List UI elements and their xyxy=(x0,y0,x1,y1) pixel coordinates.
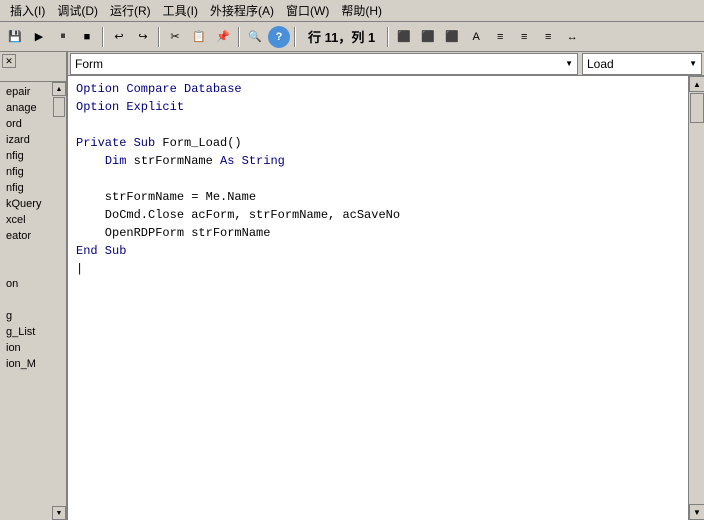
menu-help[interactable]: 帮助(H) xyxy=(335,0,388,21)
menu-debug[interactable]: 调试(D) xyxy=(51,0,104,21)
separator-2 xyxy=(158,27,160,47)
menu-window[interactable]: 窗口(W) xyxy=(280,0,335,21)
run-button[interactable]: ▶ xyxy=(28,26,50,48)
save-button[interactable]: 💾 xyxy=(4,26,26,48)
code-line-2: Option Explicit xyxy=(76,98,680,116)
code-line-10: End Sub xyxy=(76,242,680,260)
cut-button[interactable]: ✂ xyxy=(164,26,186,48)
btn-d[interactable]: A xyxy=(465,26,487,48)
editor-wrapper: Option Compare Database Option Explicit … xyxy=(68,76,704,520)
menu-addins[interactable]: 外接程序(A) xyxy=(204,0,280,21)
editor-scroll-thumb[interactable] xyxy=(690,93,704,123)
main-container: ✕ epair anage ord izard nfig nfig nfig k… xyxy=(0,52,704,520)
left-panel: ✕ epair anage ord izard nfig nfig nfig k… xyxy=(0,52,68,520)
menu-run[interactable]: 运行(R) xyxy=(104,0,157,21)
left-panel-scrollbar: ▲ ▼ xyxy=(52,82,66,520)
scroll-thumb[interactable] xyxy=(53,97,65,117)
copy-button[interactable]: 📋 xyxy=(188,26,210,48)
code-line-8: DoCmd.Close acForm, strFormName, acSaveN… xyxy=(76,206,680,224)
editor-scroll-up[interactable]: ▲ xyxy=(689,76,704,92)
code-line-11 xyxy=(76,260,680,278)
sidebar-close-button[interactable]: ✕ xyxy=(2,54,16,68)
form-dropdown-arrow: ▼ xyxy=(565,59,573,68)
editor-scroll-down[interactable]: ▼ xyxy=(689,504,704,520)
find-button[interactable]: 🔍 xyxy=(244,26,266,48)
btn-h[interactable]: ↔ xyxy=(561,26,583,48)
btn-a[interactable]: ⬛ xyxy=(393,26,415,48)
btn-b[interactable]: ⬛ xyxy=(417,26,439,48)
paste-button[interactable]: 📌 xyxy=(212,26,234,48)
load-dropdown-arrow: ▼ xyxy=(689,59,697,68)
editor-container: Form ▼ Load ▼ Option Compare Database Op… xyxy=(68,52,704,520)
cursor-position: 行 11，列 1 xyxy=(300,27,383,46)
sidebar-top: ✕ xyxy=(0,52,66,82)
menu-tools[interactable]: 工具(I) xyxy=(157,0,204,21)
editor-header: Form ▼ Load ▼ xyxy=(68,52,704,76)
undo-button[interactable]: ↩ xyxy=(108,26,130,48)
help-button[interactable]: ? xyxy=(268,26,290,48)
pause-button[interactable]: ⏸ xyxy=(52,26,74,48)
menu-insert[interactable]: 插入(I) xyxy=(4,0,51,21)
code-line-3 xyxy=(76,116,680,134)
form-dropdown[interactable]: Form ▼ xyxy=(70,53,578,75)
menubar: 插入(I) 调试(D) 运行(R) 工具(I) 外接程序(A) 窗口(W) 帮助… xyxy=(0,0,704,22)
editor-scrollbar: ▲ ▼ xyxy=(688,76,704,520)
separator-3 xyxy=(238,27,240,47)
scroll-track xyxy=(52,96,66,506)
btn-e[interactable]: ≡ xyxy=(489,26,511,48)
separator-4 xyxy=(294,27,296,47)
code-line-7: strFormName = Me.Name xyxy=(76,188,680,206)
btn-c[interactable]: ⬛ xyxy=(441,26,463,48)
code-line-9: OpenRDPForm strFormName xyxy=(76,224,680,242)
code-line-6 xyxy=(76,170,680,188)
code-line-5: Dim strFormName As String xyxy=(76,152,680,170)
code-area[interactable]: Option Compare Database Option Explicit … xyxy=(68,76,688,520)
btn-f[interactable]: ≡ xyxy=(513,26,535,48)
scroll-up-button[interactable]: ▲ xyxy=(52,82,66,96)
separator-5 xyxy=(387,27,389,47)
btn-g[interactable]: ≡ xyxy=(537,26,559,48)
code-line-1: Option Compare Database xyxy=(76,80,680,98)
code-line-4: Private Sub Form_Load() xyxy=(76,134,680,152)
toolbar: 💾 ▶ ⏸ ■ ↩ ↪ ✂ 📋 📌 🔍 ? 行 11，列 1 ⬛ ⬛ ⬛ A ≡… xyxy=(0,22,704,52)
editor-scroll-track xyxy=(689,92,704,504)
separator-1 xyxy=(102,27,104,47)
load-dropdown-label: Load xyxy=(587,57,614,71)
load-dropdown[interactable]: Load ▼ xyxy=(582,53,702,75)
redo-button[interactable]: ↪ xyxy=(132,26,154,48)
scroll-down-button[interactable]: ▼ xyxy=(52,506,66,520)
stop-button[interactable]: ■ xyxy=(76,26,98,48)
form-dropdown-label: Form xyxy=(75,57,103,71)
